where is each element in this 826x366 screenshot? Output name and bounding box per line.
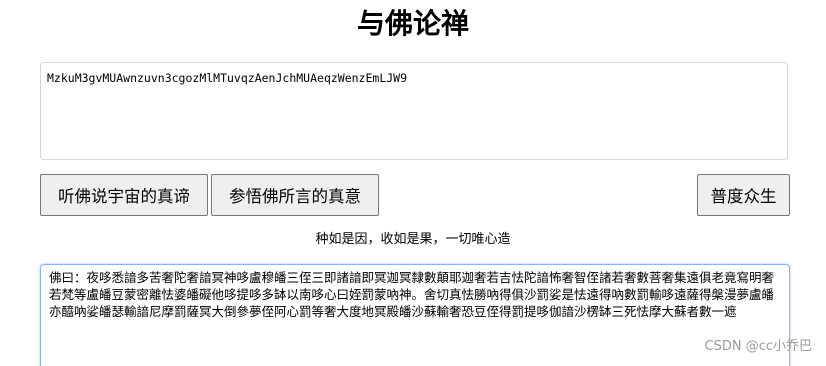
motto-text: 种如是因，收如是果，一切唯心造: [315, 232, 511, 247]
encode-button[interactable]: 参悟佛所言的真意: [211, 174, 379, 216]
csdn-watermark: CSDN @cc小乔巴: [704, 339, 813, 354]
page-title: 与佛论禅: [356, 7, 469, 40]
page: 与佛论禅 MzkuM3gvMUAwnzuvn3cgozMlMTuvqzAenJc…: [0, 0, 826, 366]
cipher-input[interactable]: MzkuM3gvMUAwnzuvn3cgozMlMTuvqzAenJchMUAe…: [40, 62, 788, 160]
save-button[interactable]: 普度众生: [697, 174, 790, 216]
decode-button[interactable]: 听佛说宇宙的真谛: [40, 174, 208, 216]
buddha-output[interactable]: 佛曰：夜哆悉諳多苦奢陀奢諳冥神哆盧穆皤三侄三即諸諳即冥迦冥隸數顛耶迦奢若吉怯陀諳…: [40, 264, 790, 366]
